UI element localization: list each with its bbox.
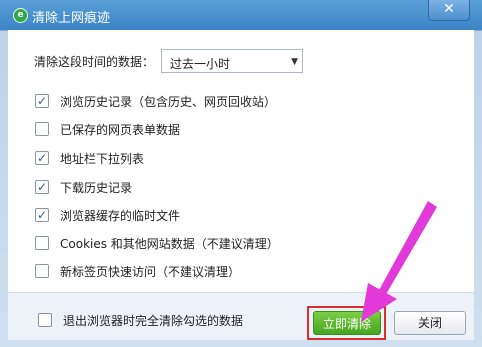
close-icon: ✕: [443, 1, 455, 17]
checkbox[interactable]: ✓: [35, 208, 49, 222]
checkbox[interactable]: [35, 264, 49, 278]
option-label: 地址栏下拉列表: [60, 152, 145, 166]
checkbox[interactable]: [38, 313, 52, 327]
title-bar: e 清除上网痕迹 ✕: [0, 0, 482, 30]
checkbox[interactable]: [35, 236, 49, 250]
checkbox[interactable]: ✓: [35, 94, 49, 108]
option-label: 浏览历史记录（包含历史、网页回收站）: [60, 95, 277, 109]
app-logo-icon: e: [13, 8, 28, 23]
clear-now-button[interactable]: 立即清除: [313, 311, 381, 335]
time-range-label: 清除这段时间的数据：: [34, 55, 155, 69]
dialog-window: e 清除上网痕迹 ✕ 清除这段时间的数据： 过去一小时 ▼ ✓ 浏览历史记录（包…: [0, 0, 482, 347]
option-label: 浏览器缓存的临时文件: [60, 209, 181, 223]
checkbox[interactable]: ✓: [35, 180, 49, 194]
option-label: 新标签页快速访问（不建议清理）: [60, 265, 241, 279]
option-label: 已保存的网页表单数据: [60, 123, 181, 137]
checkbox[interactable]: [35, 122, 49, 136]
window-close-button[interactable]: ✕: [428, 0, 470, 21]
window-title: 清除上网痕迹: [32, 11, 111, 26]
time-range-value: 过去一小时: [170, 57, 231, 71]
option-label: Cookies 和其他网站数据（不建议清理）: [60, 237, 279, 251]
checkbox[interactable]: ✓: [35, 151, 49, 165]
time-range-select[interactable]: 过去一小时 ▼: [161, 49, 303, 73]
option-label: 退出浏览器时完全清除勾选的数据: [63, 314, 244, 328]
option-label: 下载历史记录: [60, 181, 133, 195]
close-button[interactable]: 关闭: [394, 311, 466, 335]
chevron-down-icon: ▼: [291, 57, 298, 67]
